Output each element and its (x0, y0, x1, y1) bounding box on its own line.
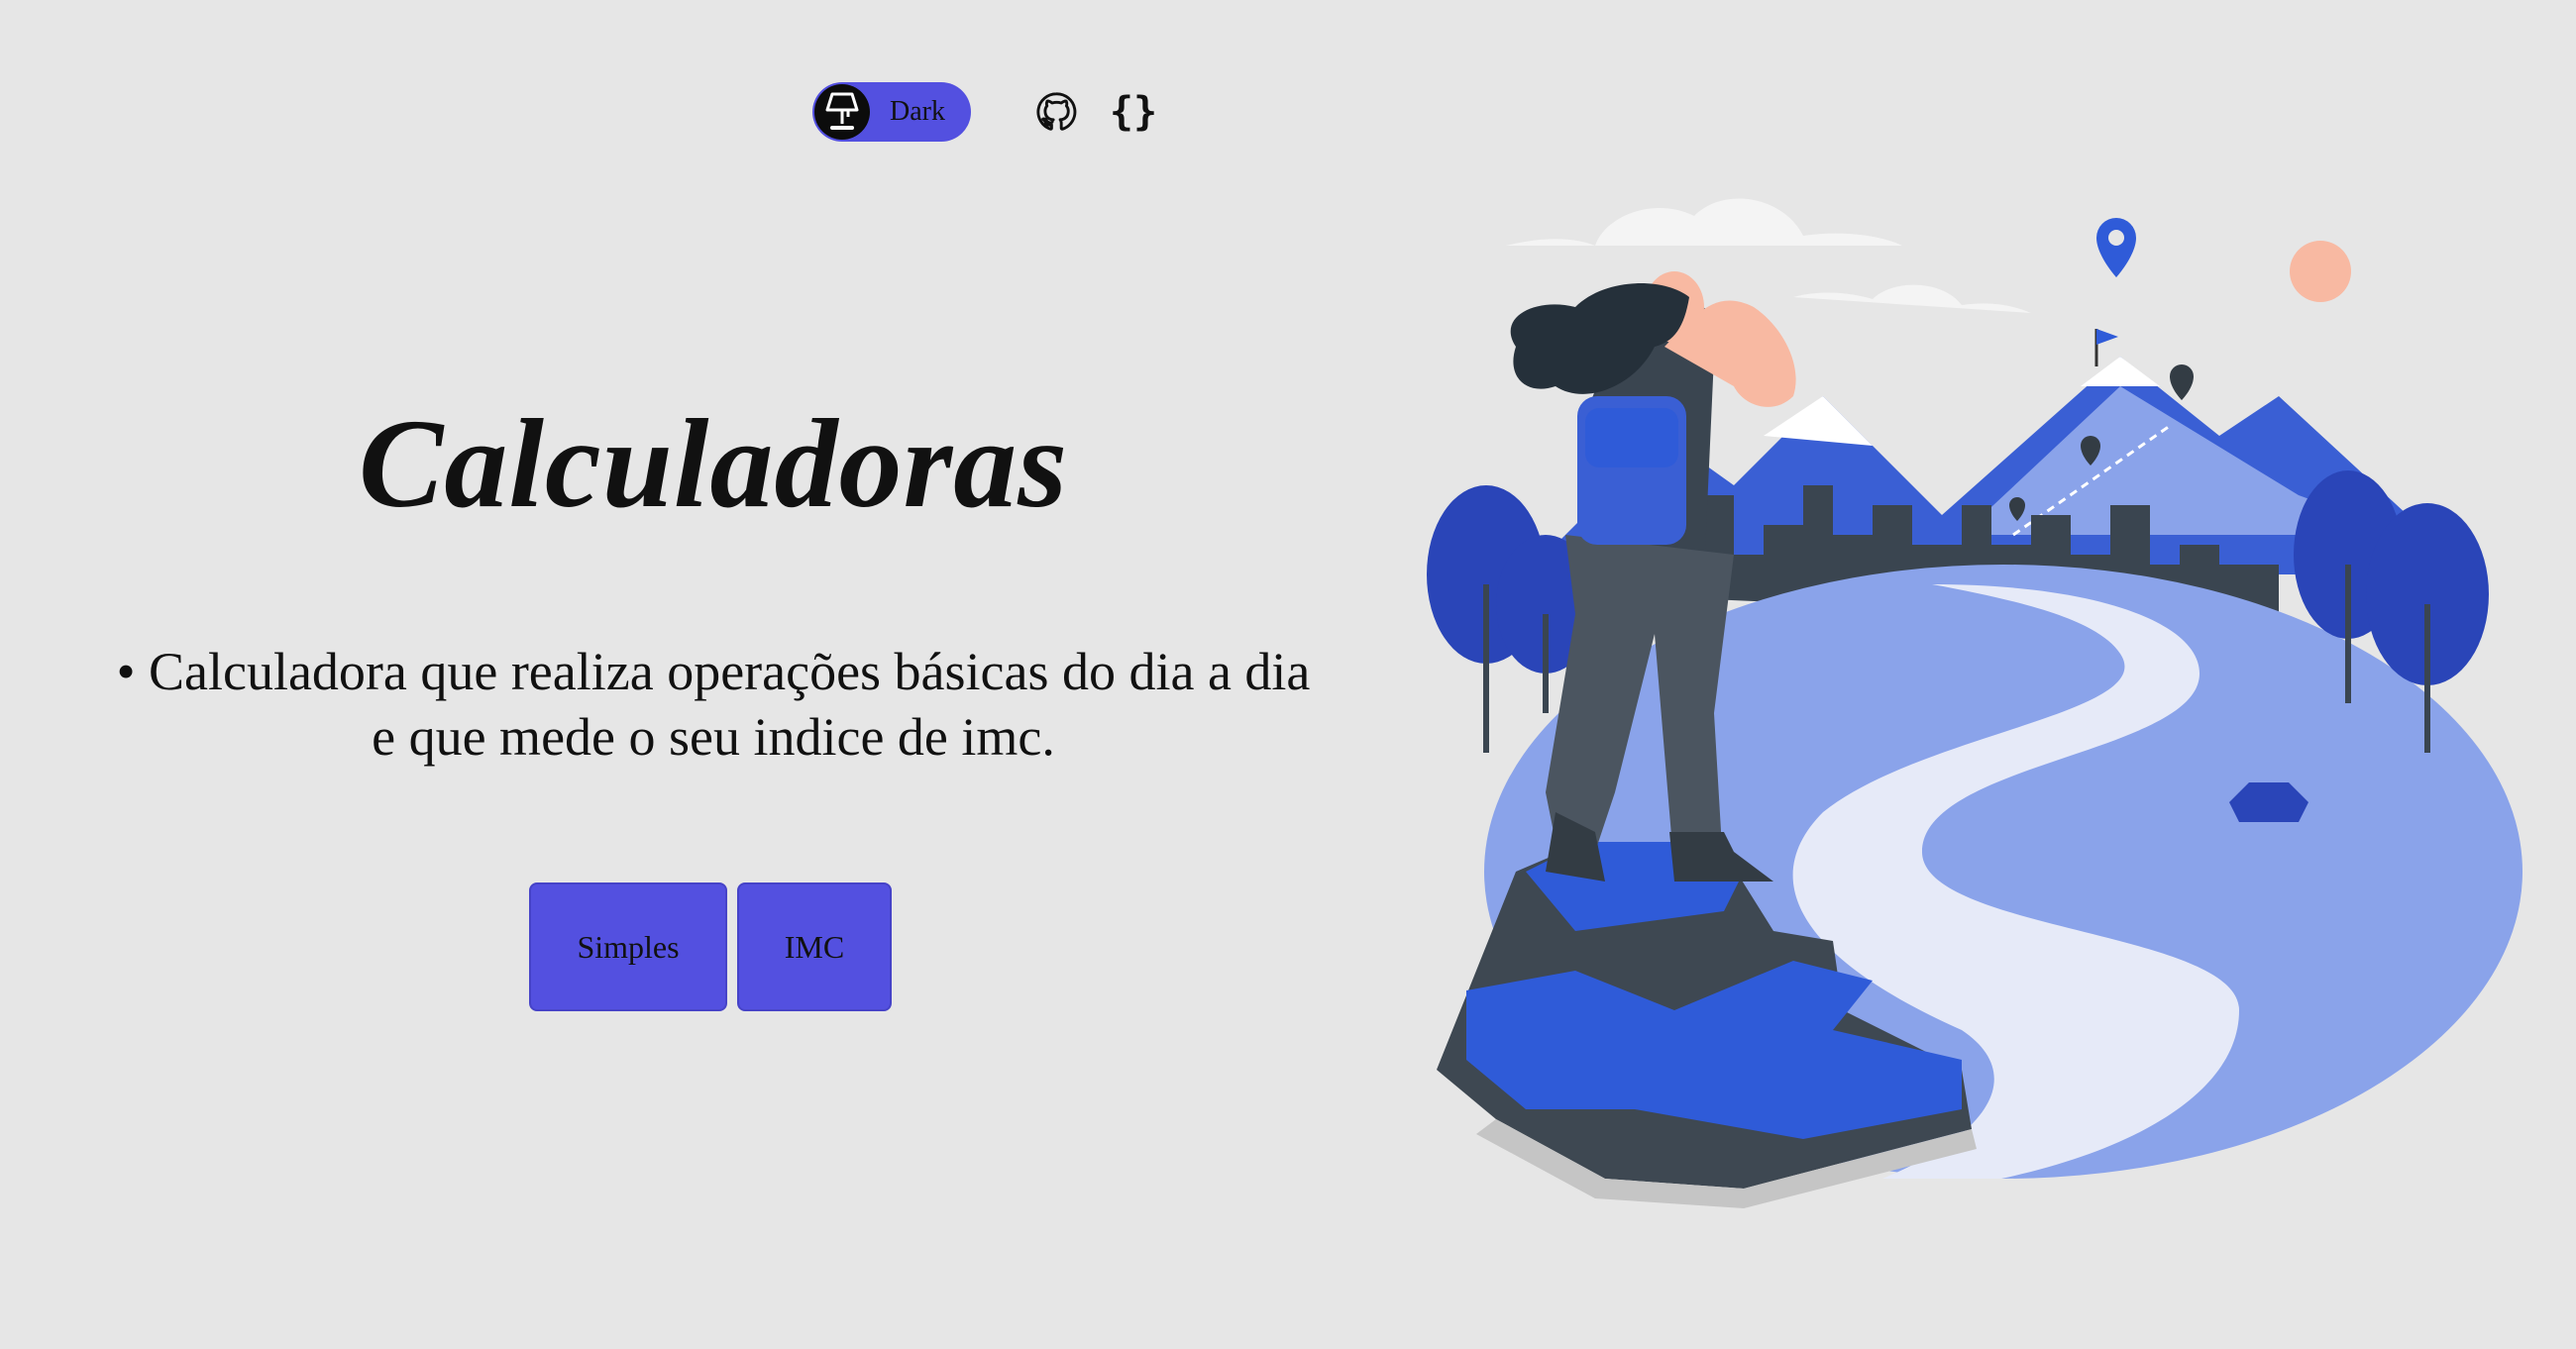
calculator-buttons: Simples IMC (529, 882, 892, 1011)
description-line-2: e que mede o seu indice de imc. (372, 707, 1055, 767)
top-bar: Dark {} (812, 81, 1161, 143)
location-pin-icon (2096, 218, 2136, 277)
description-line-1: • Calculadora que realiza operações bási… (116, 642, 1311, 701)
page-description: • Calculadora que realiza operações bási… (59, 639, 1367, 770)
theme-toggle[interactable]: Dark (812, 82, 971, 142)
lamp-icon (814, 84, 870, 140)
github-icon[interactable] (1028, 84, 1084, 140)
theme-toggle-label: Dark (890, 96, 945, 127)
imc-button[interactable]: IMC (737, 882, 892, 1011)
page: Dark {} Calculadoras • Calculadora que r… (0, 0, 2576, 1349)
page-title: Calculadoras (358, 393, 1069, 534)
hiker-landscape-illustration (1427, 198, 2522, 1208)
code-braces-icon[interactable]: {} (1106, 84, 1161, 140)
simples-button[interactable]: Simples (529, 882, 727, 1011)
